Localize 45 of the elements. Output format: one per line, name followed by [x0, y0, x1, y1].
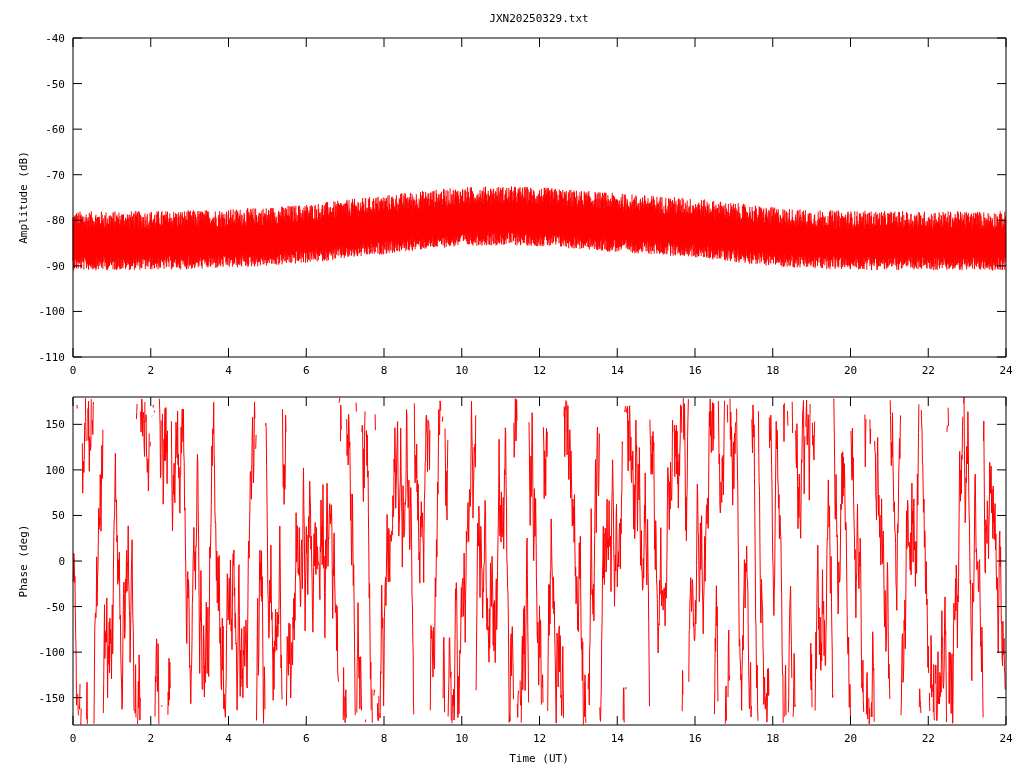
axis-tick-label: 4: [225, 364, 232, 377]
axis-tick-label: -100: [38, 305, 65, 319]
axis-tick-label: 14: [610, 364, 624, 377]
axis-tick-label: 10: [455, 364, 469, 377]
axis-tick-label: 24: [999, 364, 1013, 377]
axis-tick-label: -50: [45, 77, 65, 91]
axis-tick-label: 0: [69, 732, 77, 745]
axis-tick-label: 16: [688, 364, 702, 377]
axis-tick-label: 6: [302, 732, 310, 745]
axis-tick-label: 2: [147, 364, 155, 377]
axis-tick-label: 0: [58, 555, 65, 568]
axis-tick-label: 6: [302, 364, 310, 377]
axis-tick-label: 50: [51, 509, 65, 523]
axis-tick-label: 16: [688, 732, 702, 745]
axis-tick-label: 2: [147, 732, 155, 745]
axis-tick-label: 14: [610, 732, 624, 745]
axis-tick-label: -50: [45, 600, 65, 614]
axis-tick-label: 24: [999, 732, 1013, 745]
axis-tick-label: 4: [225, 732, 232, 745]
axis-tick-label: 8: [380, 364, 388, 377]
axis-tick-label: 22: [921, 364, 935, 377]
axis-tick-label: -40: [45, 32, 65, 45]
axis-tick-label: -150: [38, 691, 65, 705]
chart-title: JXN20250329.txt: [489, 12, 589, 25]
axis-tick-label: -90: [45, 259, 65, 273]
axis-tick-label: -110: [38, 351, 65, 364]
axis-tick-label: -60: [45, 123, 65, 137]
axis-tick-label: 18: [766, 732, 780, 745]
axis-tick-label: 0: [69, 364, 77, 377]
axis-tick-label: 8: [380, 732, 388, 745]
axis-title: Amplitude (dB): [17, 151, 30, 244]
axis-tick-label: 10: [455, 732, 469, 745]
axis-tick-label: 20: [843, 364, 858, 377]
axis-title: Phase (deg): [17, 524, 30, 598]
axis-title: Time (UT): [509, 752, 569, 765]
axis-tick-label: -100: [38, 646, 65, 660]
axis-tick-label: -70: [45, 168, 65, 182]
axis-tick-label: 12: [532, 364, 547, 377]
axis-tick-label: 22: [921, 732, 935, 745]
axis-tick-label: 150: [45, 418, 65, 432]
axis-tick-label: 100: [45, 463, 65, 477]
axis-tick-label: -80: [45, 214, 65, 228]
axis-tick-label: 18: [766, 364, 780, 377]
axis-tick-label: 20: [843, 732, 858, 745]
axis-tick-label: 12: [532, 732, 547, 745]
